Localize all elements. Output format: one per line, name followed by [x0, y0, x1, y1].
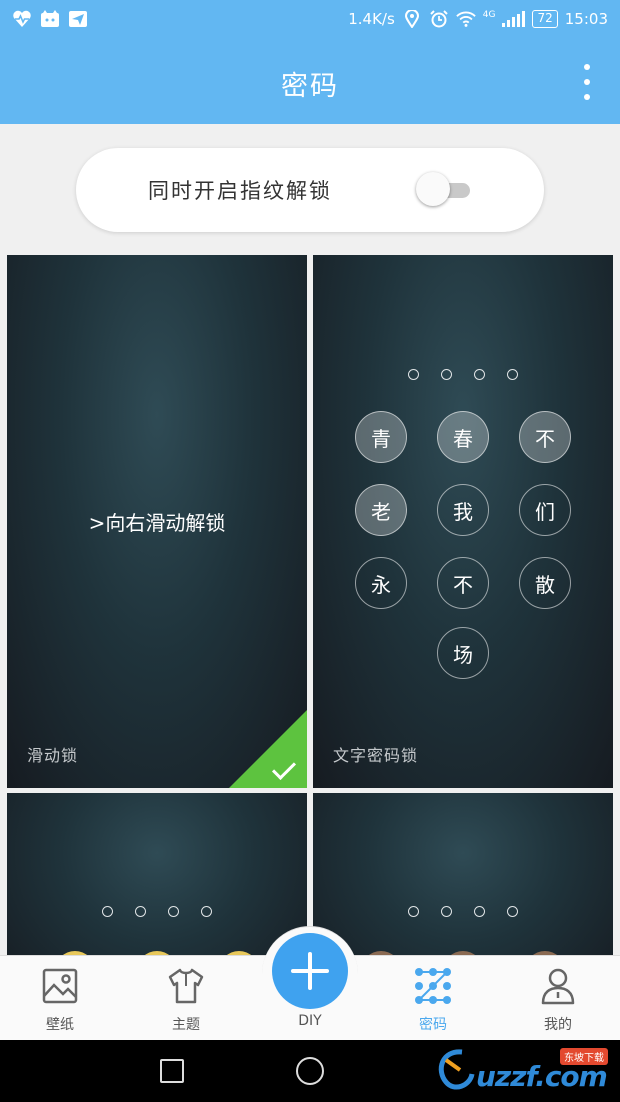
keypad-key[interactable]: 老 — [355, 484, 407, 536]
system-nav-bar: uzzf.com 东坡下载 — [0, 1040, 620, 1102]
send-app-icon — [68, 10, 88, 28]
nav-label: 主题 — [172, 1017, 200, 1033]
cat-app-icon — [40, 10, 60, 28]
keypad-key[interactable]: 我 — [437, 484, 489, 536]
keypad-key[interactable]: 不 — [437, 557, 489, 609]
nav-password[interactable]: 密码 — [383, 956, 483, 1041]
diy-add-button[interactable] — [272, 933, 348, 1009]
tile-label-slide: 滑动锁 — [27, 746, 79, 765]
pin-dots — [313, 906, 613, 917]
fingerprint-card: 同时开启指纹解锁 — [76, 148, 544, 232]
signal-icon — [502, 11, 526, 27]
nav-label: 壁纸 — [46, 1017, 74, 1033]
nav-label: 我的 — [544, 1017, 572, 1033]
nav-label: 密码 — [419, 1017, 447, 1033]
app-bar: 密码 — [0, 40, 620, 124]
selected-corner — [229, 710, 307, 788]
network-type: 4G — [482, 10, 496, 20]
nav-wallpaper[interactable]: 壁纸 — [10, 956, 110, 1041]
lock-style-slide[interactable]: >向右滑动解锁 滑动锁 — [7, 255, 307, 788]
status-bar: 1.4K/s 4G 72 15:03 — [0, 0, 620, 40]
shirt-icon — [168, 968, 204, 1004]
tile-label-text-password: 文字密码锁 — [333, 746, 419, 765]
fingerprint-toggle[interactable] — [416, 172, 472, 208]
page-title: 密码 — [281, 71, 339, 102]
nav-label-diy: DIY — [298, 1013, 322, 1029]
wallpaper-icon — [42, 968, 78, 1004]
battery-icon: 72 — [532, 10, 558, 28]
keypad-key[interactable]: 青 — [355, 411, 407, 463]
profile-icon — [541, 968, 575, 1005]
home-button[interactable] — [296, 1057, 324, 1085]
recents-button[interactable] — [160, 1059, 184, 1083]
keypad-key[interactable]: 散 — [519, 557, 571, 609]
system-status: 1.4K/s 4G 72 15:03 — [348, 10, 608, 28]
keypad-key[interactable]: 不 — [519, 411, 571, 463]
keypad-key[interactable]: 春 — [437, 411, 489, 463]
slide-preview-text: >向右滑动解锁 — [88, 511, 226, 535]
clock: 15:03 — [564, 10, 608, 28]
notification-icons — [12, 10, 88, 28]
nav-profile[interactable]: 我的 — [508, 956, 608, 1041]
alarm-icon — [429, 10, 449, 28]
watermark-logo: uzzf.com 东坡下载 — [432, 1046, 612, 1096]
watermark-swirl-icon — [438, 1049, 475, 1090]
more-vertical-icon[interactable] — [584, 64, 590, 100]
net-speed: 1.4K/s — [348, 10, 395, 28]
pin-dots — [313, 369, 613, 380]
location-icon — [402, 10, 422, 28]
nav-theme[interactable]: 主题 — [136, 956, 236, 1041]
keypad-key[interactable]: 场 — [437, 627, 489, 679]
pin-dots — [7, 906, 307, 917]
toggle-knob — [416, 172, 450, 206]
lock-style-text-password[interactable]: 青 春 不 老 我 们 永 不 散 场 文字密码锁 — [313, 255, 613, 788]
fingerprint-label: 同时开启指纹解锁 — [148, 179, 332, 203]
plus-icon-stroke — [308, 952, 312, 990]
wifi-icon — [456, 10, 476, 28]
keypad-key[interactable]: 永 — [355, 557, 407, 609]
heart-pulse-icon — [12, 10, 32, 28]
watermark-badge: 东坡下载 — [560, 1048, 608, 1065]
pattern-grid-icon — [415, 968, 451, 1004]
keypad-key[interactable]: 们 — [519, 484, 571, 536]
